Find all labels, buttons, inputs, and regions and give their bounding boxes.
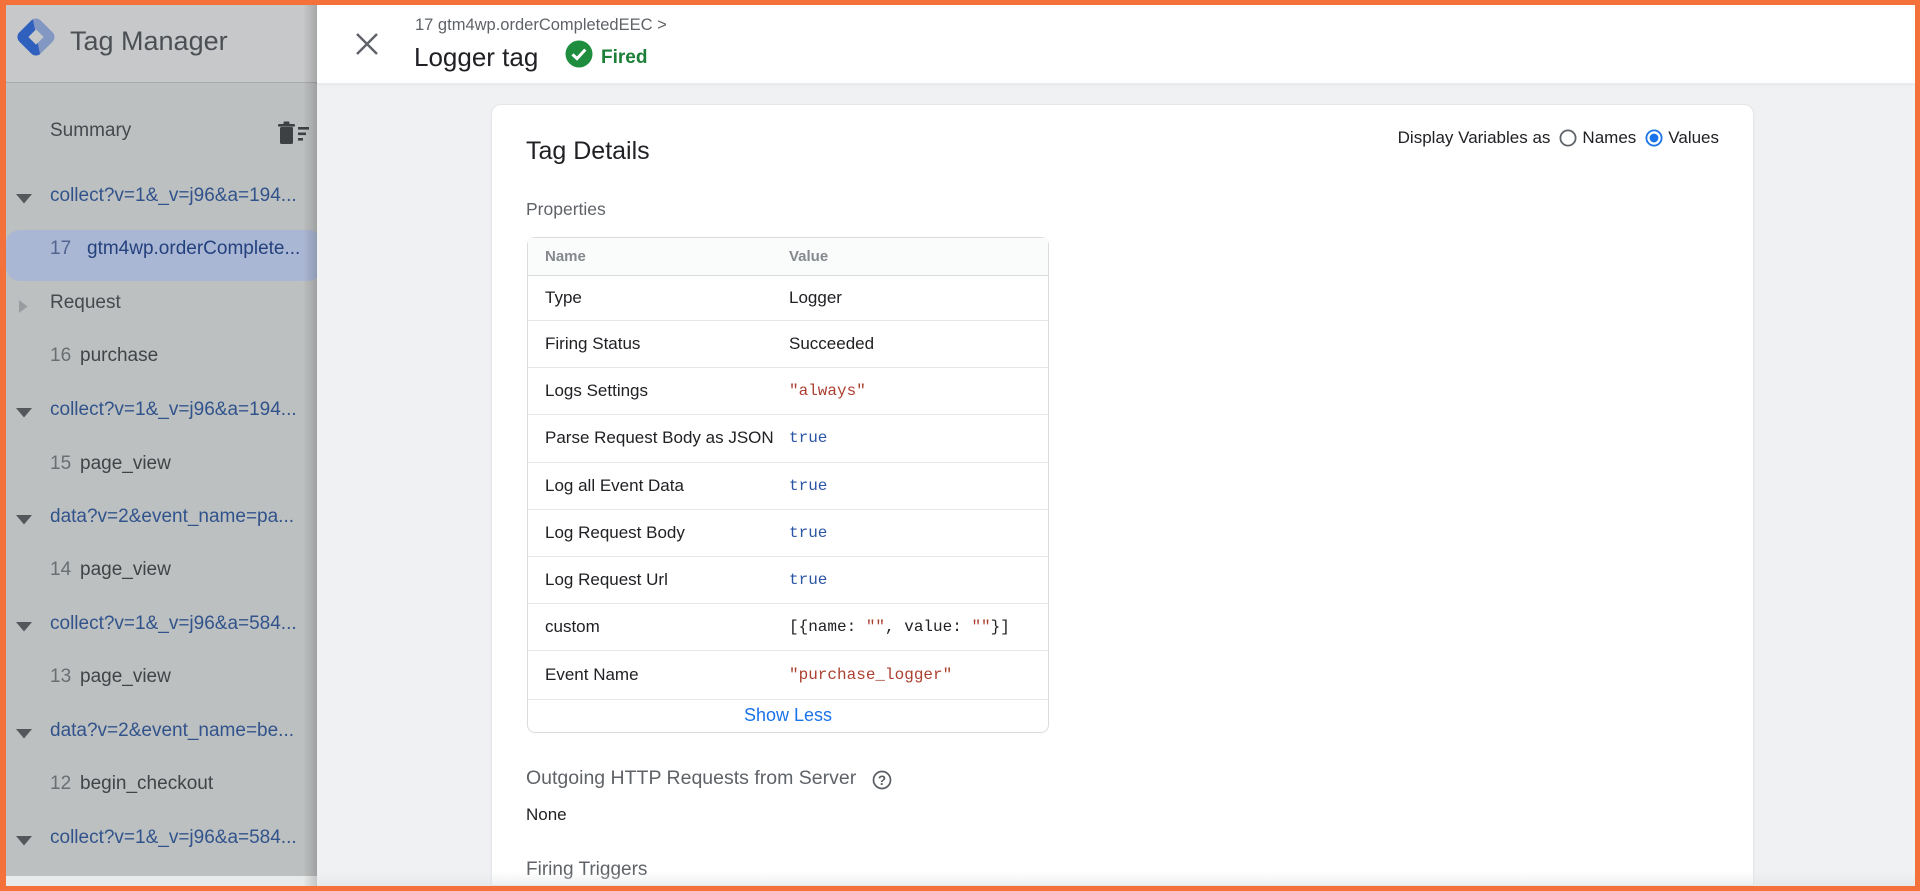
svg-text:?: ?: [878, 772, 886, 787]
